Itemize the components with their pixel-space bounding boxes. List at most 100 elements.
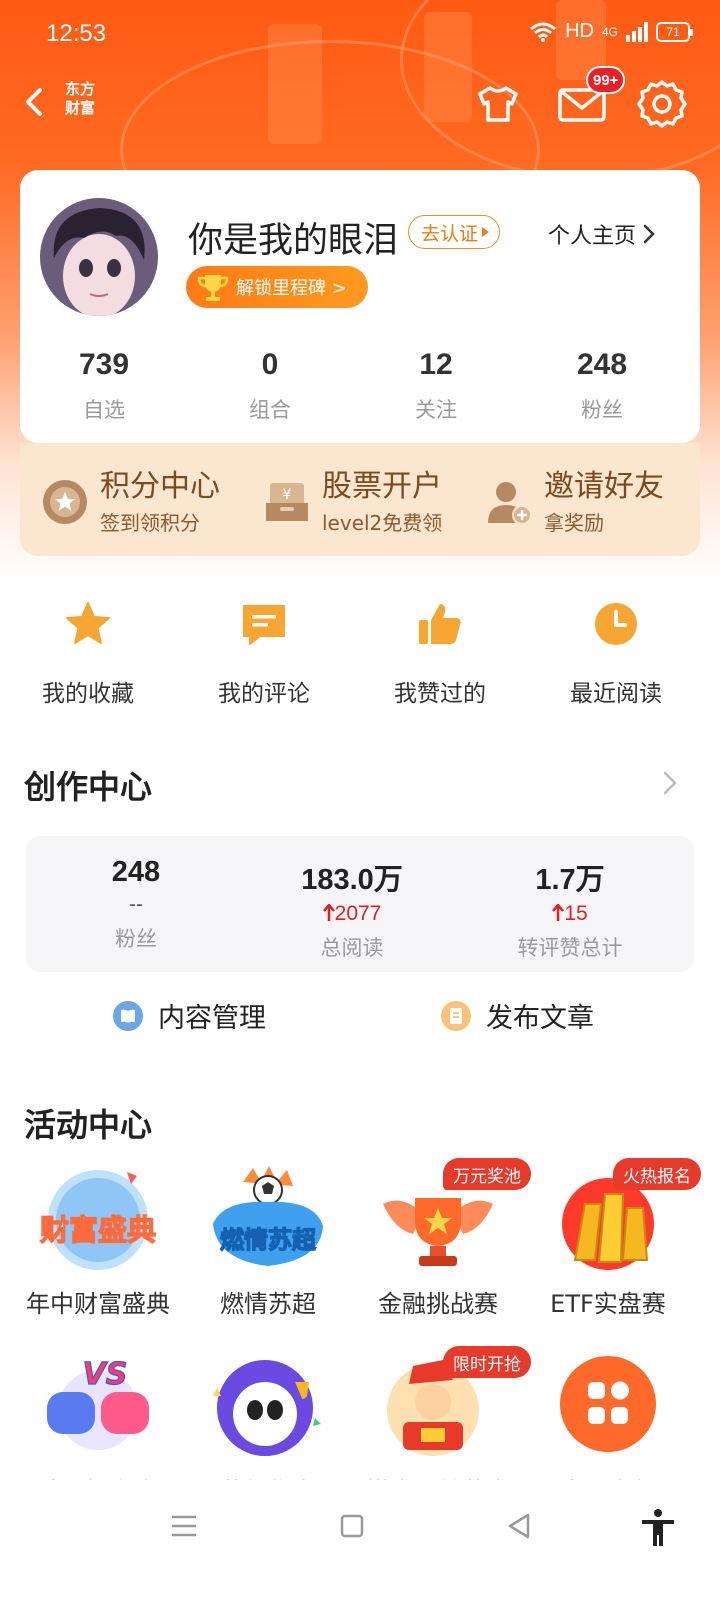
- chevron-right-icon[interactable]: [658, 768, 682, 798]
- delta-value: 15: [564, 902, 588, 925]
- stat-label: 组合: [249, 398, 291, 422]
- promo-title: 积分中心: [100, 469, 220, 504]
- stat-portfolio[interactable]: 0 组合: [186, 348, 354, 424]
- quick-label: 我的评论: [218, 681, 310, 707]
- publish-article-label: 发布文章: [486, 1003, 594, 1034]
- cell-type: 4G: [601, 24, 618, 39]
- stat-label: 关注: [415, 398, 457, 422]
- comment-icon: [243, 605, 285, 645]
- homepage-link[interactable]: 个人主页: [548, 218, 656, 250]
- activity-item-etf-contest[interactable]: 火热报名 ETF实盘赛: [522, 1158, 701, 1319]
- activity-center-title: 活动中心: [24, 1106, 153, 1144]
- activity-badge: 火热报名: [613, 1158, 701, 1190]
- view-all-art: [543, 1352, 673, 1462]
- su-super-art: 燃情苏超: [203, 1164, 333, 1274]
- soccer-mascot-icon: [213, 1360, 321, 1456]
- activity-badge: 万元奖池: [443, 1158, 531, 1190]
- brand-line: 东方: [64, 80, 95, 98]
- activity-item-finance-challenge[interactable]: 万元奖池 金融挑战赛: [352, 1158, 531, 1319]
- promo-invite-friends[interactable]: 邀请好友 拿奖励: [486, 461, 686, 541]
- delta-value: 2077: [334, 902, 382, 925]
- battery-level: 71: [666, 24, 680, 39]
- verify-button[interactable]: 去认证: [408, 215, 501, 249]
- activity-item-gold-beans[interactable]: 限时开抢 攒金豆兑黄金: [352, 1346, 531, 1496]
- accessibility-icon[interactable]: [638, 1508, 678, 1548]
- stat-watchlist[interactable]: 739 自选: [20, 348, 188, 424]
- promo-title: 邀请好友: [544, 469, 664, 504]
- activity-label: ETF实盘赛: [550, 1290, 666, 1318]
- activity-item-card-collect[interactable]: 苏超集卡: [182, 1352, 354, 1496]
- avatar-image: [40, 198, 158, 316]
- system-nav-bar: [0, 1480, 720, 1600]
- promo-stock-account[interactable]: ¥ 股票开户 level2免费领: [264, 461, 474, 541]
- creator-stat-value: 1.7万: [535, 864, 605, 896]
- brand-logo: 东方 财富: [60, 80, 100, 118]
- finance-challenge-art: 万元奖池: [373, 1158, 531, 1274]
- verify-label: 去认证: [421, 222, 479, 245]
- creator-stat-engagement[interactable]: 1.7万 15 转评赞总计: [460, 856, 680, 962]
- milestone-button[interactable]: 解锁里程碑 >: [186, 266, 368, 308]
- quick-label: 最近阅读: [570, 681, 662, 707]
- quick-comments[interactable]: 我的评论: [176, 600, 352, 708]
- stat-label: 自选: [83, 398, 125, 422]
- username: 你是我的眼泪: [188, 221, 399, 261]
- creator-stat-reads[interactable]: 183.0万 2077 总阅读: [242, 856, 462, 962]
- stat-label: 粉丝: [581, 398, 623, 422]
- stat-following[interactable]: 12 关注: [352, 348, 520, 424]
- star-icon: [66, 602, 110, 644]
- creator-stat-delta: 2077: [242, 902, 462, 928]
- status-bar: 12:53 HD 4G 71: [0, 0, 720, 70]
- gear-icon[interactable]: [636, 78, 688, 130]
- promo-title: 股票开户: [322, 469, 442, 504]
- milestone-label: 解锁里程碑 >: [236, 278, 347, 299]
- quick-recent-reading[interactable]: 最近阅读: [528, 600, 704, 708]
- homepage-label: 个人主页: [548, 224, 637, 249]
- activity-item-view-all[interactable]: 查看全部: [522, 1352, 694, 1496]
- tshirt-icon[interactable]: [472, 78, 524, 130]
- stock-arena-art: VS: [33, 1352, 163, 1462]
- promo-points-center[interactable]: 积分中心 签到领积分: [42, 461, 252, 541]
- status-indicators: HD 4G 71: [529, 20, 693, 43]
- content-management-label: 内容管理: [158, 1003, 266, 1034]
- invite-user-icon: [488, 482, 532, 525]
- grid-apps-icon: [560, 1356, 656, 1452]
- brand-line: 财富: [64, 99, 95, 117]
- mail-badge: 99+: [586, 66, 626, 94]
- art-text: 财富盛典: [40, 1213, 156, 1247]
- battery-icon: 71: [656, 21, 693, 42]
- art-text: 燃情苏超: [220, 1226, 317, 1254]
- book-icon: [113, 1000, 143, 1031]
- boxing-gloves-icon: VS: [47, 1356, 149, 1450]
- quick-label: 我赞过的: [394, 681, 486, 707]
- quick-favorites[interactable]: 我的收藏: [0, 600, 176, 708]
- wifi-icon: [530, 22, 557, 42]
- activity-item-stock-arena[interactable]: VS 选股擂台赛: [12, 1352, 184, 1496]
- back-arrow-icon[interactable]: [16, 82, 56, 122]
- wealth-gala-art: 财富盛典: [33, 1164, 163, 1274]
- stat-followers[interactable]: 248 粉丝: [518, 348, 686, 424]
- creator-stat-value: 183.0万: [301, 864, 403, 896]
- activity-badge: 限时开抢: [443, 1346, 531, 1378]
- creator-stat-followers[interactable]: 248 -- 粉丝: [26, 856, 246, 953]
- back-triangle-icon[interactable]: [502, 1508, 538, 1544]
- publish-article-button[interactable]: 发布文章: [440, 996, 594, 1035]
- svg-text:¥: ¥: [283, 487, 292, 503]
- trophy-icon: [197, 275, 229, 301]
- creator-stat-delta: --: [129, 893, 143, 916]
- stat-value: 248: [576, 348, 628, 381]
- creator-stat-label: 转评赞总计: [517, 936, 623, 960]
- promo-subtitle: 拿奖励: [544, 511, 604, 535]
- quick-liked[interactable]: 我赞过的: [352, 600, 528, 708]
- document-icon: [441, 1000, 471, 1031]
- content-management-button[interactable]: 内容管理: [112, 996, 266, 1035]
- menu-icon[interactable]: [166, 1508, 202, 1544]
- avatar[interactable]: [40, 198, 158, 316]
- points-medal-icon: [43, 480, 87, 524]
- art-text: VS: [83, 1357, 128, 1392]
- activity-label: 年中财富盛典: [26, 1290, 170, 1318]
- activity-item-su-super[interactable]: 燃情苏超 燃情苏超: [182, 1164, 354, 1319]
- creator-stat-value: 248: [111, 856, 161, 888]
- activity-item-wealth-gala[interactable]: 财富盛典 年中财富盛典: [12, 1164, 184, 1319]
- stat-value: 12: [419, 348, 453, 381]
- home-square-icon[interactable]: [334, 1508, 370, 1544]
